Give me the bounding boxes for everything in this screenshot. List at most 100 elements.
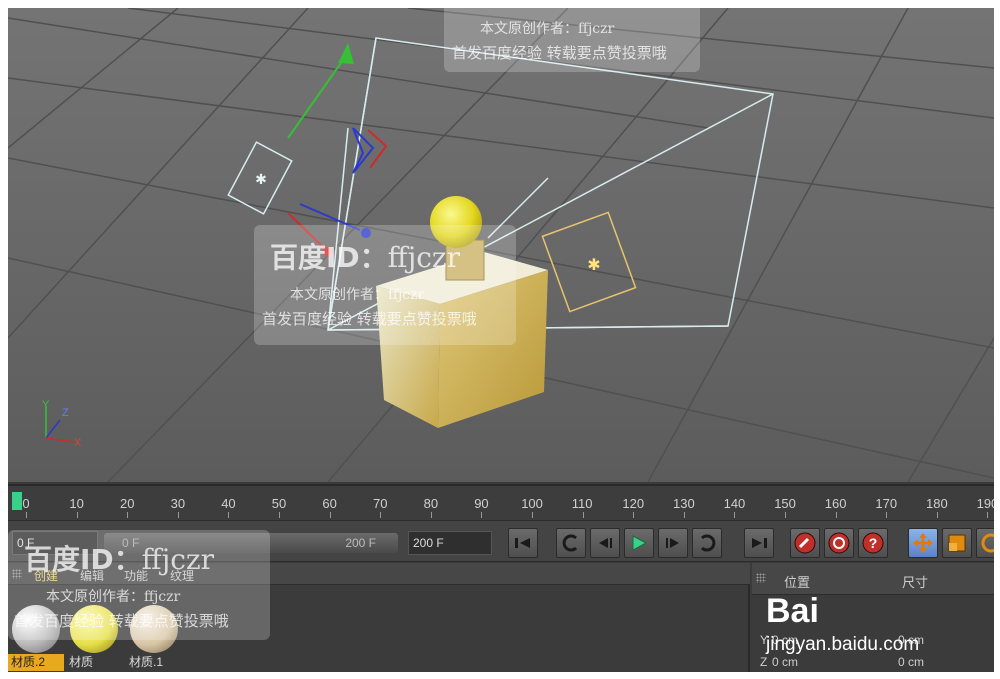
timeline-tick-mark — [582, 512, 584, 518]
rotate-icon — [981, 533, 994, 553]
coordinates-header: 位置 尺寸 — [752, 563, 994, 595]
go-to-start-button[interactable] — [508, 528, 538, 558]
watermark-id-name: ffjczr — [387, 241, 461, 274]
timeline-tick-mark — [785, 512, 786, 518]
autokey-button[interactable] — [824, 528, 854, 558]
rotate-tool-button[interactable] — [976, 528, 994, 558]
record-key-button[interactable] — [790, 528, 820, 558]
position-title: 位置 — [784, 575, 811, 590]
svg-text:?: ? — [869, 535, 878, 551]
timeline-tick-label: 160 — [824, 496, 847, 511]
timeline-tick-mark — [380, 512, 382, 518]
watermark-top-notice: 首发百度经验 转载要点赞投票哦 — [452, 44, 667, 62]
timeline-tick-label: 170 — [875, 496, 898, 511]
key-icon — [794, 532, 816, 554]
timeline-tick-label: 130 — [673, 496, 695, 511]
timeline-tick-mark — [734, 512, 736, 518]
watermark-center-author: 本文原创作者：ffjczr — [290, 287, 425, 303]
timeline-tick-label: 30 — [170, 496, 186, 511]
baidu-brand-text: Bai — [766, 592, 819, 630]
autokey-icon — [828, 532, 850, 554]
timeline-ruler[interactable]: 0 10 20 30 40 50 60 70 80 90 100 110 120 130 140 150 160… — [8, 484, 994, 520]
scale-tool-button[interactable] — [942, 528, 972, 558]
previous-frame-button[interactable] — [590, 528, 620, 558]
play-icon — [632, 535, 648, 551]
area-light: ✱ — [541, 211, 637, 313]
next-frame-icon — [666, 538, 679, 548]
axis-y-label: Y — [42, 399, 50, 411]
timeline-tick-mark — [987, 512, 989, 518]
timeline-tick-label: 0 — [22, 496, 30, 511]
timeline-tick-label: 180 — [926, 496, 948, 511]
material-label: 材质.2 — [8, 654, 64, 671]
timeline-tick-label: 150 — [774, 496, 796, 511]
material-label: 材质 — [66, 654, 122, 671]
watermark-center-id: 百度ID：ffjczr — [270, 236, 460, 276]
timeline-tick-label: 90 — [474, 496, 489, 511]
world-axis-indicator — [45, 406, 75, 443]
watermark-center-notice: 首发百度经验 转载要点赞投票哦 — [262, 310, 477, 328]
play-button[interactable] — [624, 528, 654, 558]
go-to-start-icon — [515, 538, 530, 548]
timeline-tick-label: 70 — [373, 496, 388, 511]
timeline-tick-label: 50 — [271, 496, 287, 511]
timeline-tick-mark — [279, 512, 280, 518]
watermark-id-prefix: 百度ID： — [270, 241, 388, 274]
light-gizmo-left: ✱ — [227, 141, 293, 215]
end-frame-value: 200 F — [413, 536, 444, 550]
timeline-tick-label: 110 — [571, 496, 593, 511]
key-help-button[interactable]: ? — [858, 528, 888, 558]
previous-key-icon — [562, 534, 578, 552]
timeline-tick-mark — [228, 512, 230, 518]
timeline-tick-mark — [886, 512, 888, 518]
timeline-tick-mark — [127, 512, 129, 518]
material-label: 材质.1 — [126, 654, 182, 671]
timeline-tick-label: 190 — [976, 496, 994, 511]
move-arrows-icon — [913, 533, 933, 553]
baidu-jingyan-logo: Bai jingyan.baidu.com — [760, 592, 990, 674]
watermark-top-author: 本文原创作者：ffjczr — [480, 21, 615, 37]
timeline-tick-mark — [481, 512, 483, 518]
timeline-tick-mark — [329, 512, 331, 518]
next-key-icon — [700, 534, 716, 552]
timeline-tick-mark — [26, 512, 27, 518]
next-key-button[interactable] — [692, 528, 722, 558]
timeline-tick-mark — [936, 512, 938, 518]
scale-icon — [948, 534, 966, 552]
timeline-tick-label: 20 — [120, 496, 135, 511]
end-frame-field[interactable]: 200 F — [408, 531, 492, 555]
go-to-end-icon — [752, 538, 767, 548]
axis-x-label: X — [74, 437, 82, 449]
slider-end-value: 200 F — [345, 536, 376, 550]
question-icon: ? — [862, 532, 884, 554]
svg-text:✱: ✱ — [587, 257, 600, 274]
timeline-tick-label: 140 — [723, 496, 746, 511]
baidu-domain-text: jingyan.baidu.com — [766, 634, 920, 655]
timeline-tick-label: 100 — [521, 496, 543, 511]
watermark-id-prefix: 百度ID： — [24, 543, 142, 576]
previous-key-button[interactable] — [556, 528, 586, 558]
timeline-tick-label: 40 — [221, 496, 236, 511]
timeline-tick-mark — [683, 512, 685, 518]
watermark-bl-id: 百度ID：ffjczr — [24, 538, 214, 578]
svg-text:✱: ✱ — [255, 171, 267, 187]
timeline-tick-label: 120 — [622, 496, 645, 511]
size-title: 尺寸 — [902, 575, 929, 590]
timeline-tick-mark — [430, 512, 432, 518]
timeline-tick-mark — [532, 512, 533, 518]
go-to-end-button[interactable] — [744, 528, 774, 558]
timeline-tick-mark — [76, 512, 78, 518]
playhead-marker[interactable] — [12, 492, 22, 510]
timeline-tick-label: 60 — [322, 496, 337, 511]
previous-frame-icon — [599, 538, 612, 548]
move-tool-button[interactable] — [908, 528, 938, 558]
watermark-bl-author: 本文原创作者：ffjczr — [46, 589, 181, 605]
timeline-tick-mark — [177, 512, 179, 518]
timeline-tick-label: 80 — [423, 496, 439, 511]
panel-grip-icon[interactable] — [756, 573, 766, 583]
axis-z-label: Z — [62, 407, 69, 419]
next-frame-button[interactable] — [658, 528, 688, 558]
watermark-bl-notice: 首发百度经验 转载要点赞投票哦 — [14, 612, 229, 630]
timeline-tick-label: 10 — [69, 496, 84, 511]
watermark-id-name: ffjczr — [141, 543, 215, 576]
